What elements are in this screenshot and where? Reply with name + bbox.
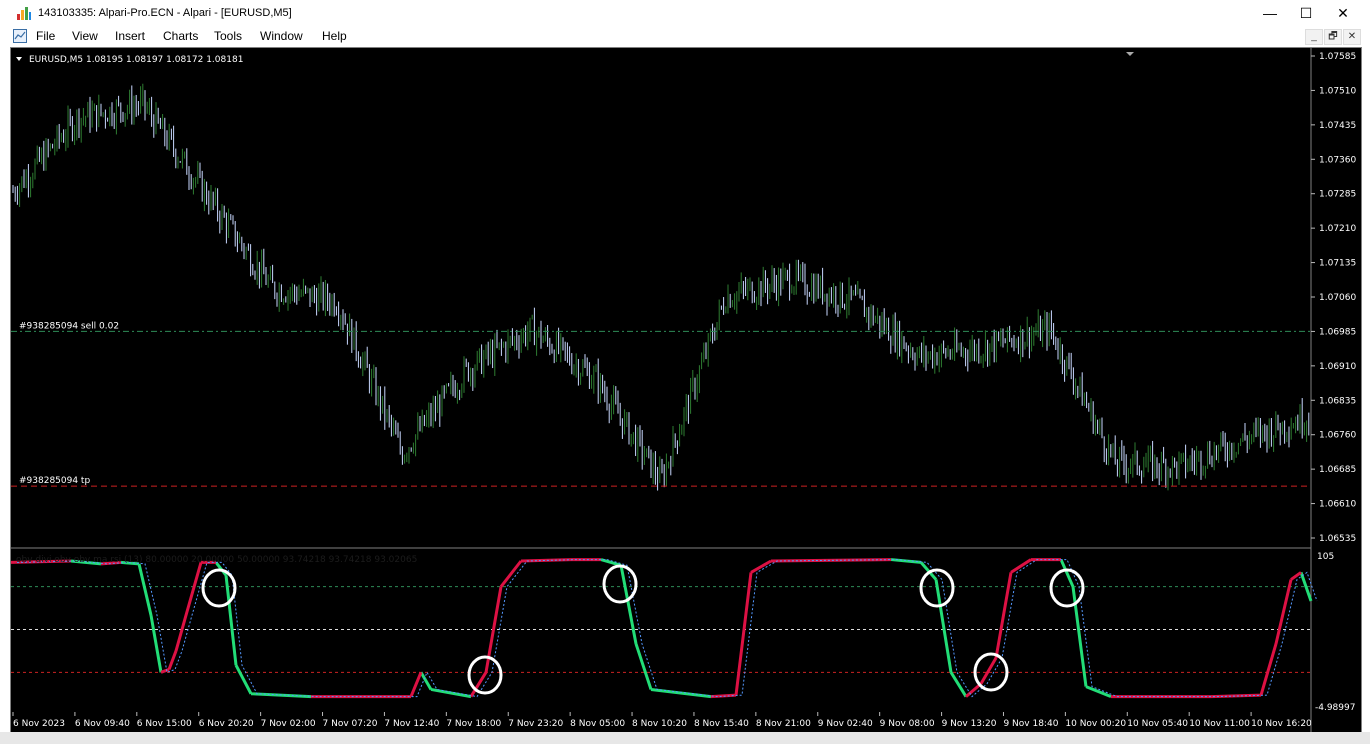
menu-charts[interactable]: Charts <box>163 29 198 43</box>
price-axis: 1.07585 1.07510 1.07435 1.07360 1.07285 1.072… <box>1311 52 1356 544</box>
time-axis-label: 10 Nov 05:40 <box>1127 719 1188 729</box>
title-bar: 143103335: Alpari-Pro.ECN - Alpari - [EU… <box>0 0 1370 26</box>
time-axis-label: 6 Nov 15:00 <box>137 719 192 729</box>
price-axis-label: 1.07360 <box>1319 155 1356 165</box>
price-axis-label: 1.07510 <box>1319 86 1356 96</box>
chart-canvas[interactable]: 1.07585 1.07510 1.07435 1.07360 1.07285 1.072… <box>10 48 1361 732</box>
time-axis-label: 10 Nov 00:20 <box>1065 719 1126 729</box>
close-window-button[interactable]: ✕ <box>1320 0 1366 26</box>
time-axis-label: 8 Nov 10:20 <box>632 719 687 729</box>
sell-order-label[interactable]: #938285094 sell 0.02 <box>19 321 119 331</box>
menu-tools[interactable]: Tools <box>214 29 242 43</box>
time-axis-label: 9 Nov 02:40 <box>818 719 873 729</box>
annotation-circle <box>602 564 638 604</box>
chart-window-icon[interactable] <box>13 29 27 43</box>
oscillator-falling-line <box>70 558 1313 699</box>
window-title: 143103335: Alpari-Pro.ECN - Alpari - [EU… <box>38 7 292 19</box>
indicator-scale-bottom: -4.98997 <box>1315 703 1355 713</box>
price-axis-label: 1.07135 <box>1319 259 1356 269</box>
price-axis-label: 1.06835 <box>1319 396 1356 406</box>
menu-file[interactable]: File <box>36 29 55 43</box>
price-axis-label: 1.07435 <box>1319 121 1356 131</box>
price-axis-label: 1.07585 <box>1319 52 1356 62</box>
mdi-minimize-button[interactable]: _ <box>1305 29 1323 45</box>
menu-bar: File View Insert Charts Tools Window Hel… <box>0 26 1370 46</box>
time-axis-label: 10 Nov 16:20 <box>1251 719 1312 729</box>
price-axis-label: 1.07060 <box>1319 293 1356 303</box>
mdi-restore-button[interactable]: 🗗 <box>1324 29 1342 45</box>
mdi-close-button[interactable]: ✕ <box>1343 29 1361 45</box>
metatrader-app-icon <box>17 7 31 20</box>
time-axis-label: 10 Nov 11:00 <box>1189 719 1250 729</box>
time-axis-label: 8 Nov 05:00 <box>570 719 625 729</box>
indicator-label: obv divi obv obv ma rsi (13) 80.00000 20… <box>16 555 417 565</box>
chart-collapse-icon[interactable] <box>16 57 22 61</box>
price-axis-label: 1.06535 <box>1319 534 1356 544</box>
price-axis-label: 1.06910 <box>1319 362 1356 372</box>
order-lines: #938285094 sell 0.02 #938285094 tp <box>11 321 1311 487</box>
chart-window[interactable]: 1.07585 1.07510 1.07435 1.07360 1.07285 1.072… <box>10 47 1362 733</box>
indicator-pane <box>10 558 1318 699</box>
chart-info-label: EURUSD,M5 1.08195 1.08197 1.08172 1.0818… <box>29 55 243 65</box>
time-axis-label: 9 Nov 18:40 <box>1003 719 1058 729</box>
annotation-circle <box>201 568 237 608</box>
price-axis-label: 1.06985 <box>1319 327 1356 337</box>
time-axis-label: 7 Nov 18:00 <box>446 719 501 729</box>
time-axis-label: 8 Nov 21:00 <box>756 719 811 729</box>
time-axis-label: 7 Nov 07:20 <box>323 719 378 729</box>
price-pane <box>12 83 1310 491</box>
price-axis-label: 1.06610 <box>1319 500 1356 510</box>
price-axis-label: 1.06685 <box>1319 465 1356 475</box>
price-axis-label: 1.07285 <box>1319 190 1356 200</box>
time-axis-label: 9 Nov 08:00 <box>880 719 935 729</box>
chart-shift-marker-icon[interactable] <box>1126 52 1134 56</box>
time-axis-label: 9 Nov 13:20 <box>942 719 997 729</box>
price-axis-label: 1.06760 <box>1319 431 1356 441</box>
menu-window[interactable]: Window <box>260 29 303 43</box>
time-axis-label: 7 Nov 12:40 <box>384 719 439 729</box>
taskbar <box>0 732 1370 744</box>
time-axis-label: 7 Nov 02:00 <box>261 719 316 729</box>
oscillator-signal-line <box>16 559 1318 698</box>
price-axis-label: 1.07210 <box>1319 224 1356 234</box>
time-axis: 6 Nov 2023 6 Nov 09:40 6 Nov 15:00 6 Nov 20… <box>12 712 1312 729</box>
time-axis-label: 6 Nov 09:40 <box>75 719 130 729</box>
time-axis-label: 8 Nov 15:40 <box>694 719 749 729</box>
time-axis-label: 6 Nov 2023 <box>13 719 65 729</box>
menu-view[interactable]: View <box>72 29 98 43</box>
menu-help[interactable]: Help <box>322 29 347 43</box>
time-axis-label: 7 Nov 23:20 <box>508 719 563 729</box>
menu-insert[interactable]: Insert <box>115 29 145 43</box>
indicator-scale-top: 105 <box>1317 552 1334 562</box>
time-axis-label: 6 Nov 20:20 <box>199 719 254 729</box>
tp-order-label[interactable]: #938285094 tp <box>19 476 90 486</box>
